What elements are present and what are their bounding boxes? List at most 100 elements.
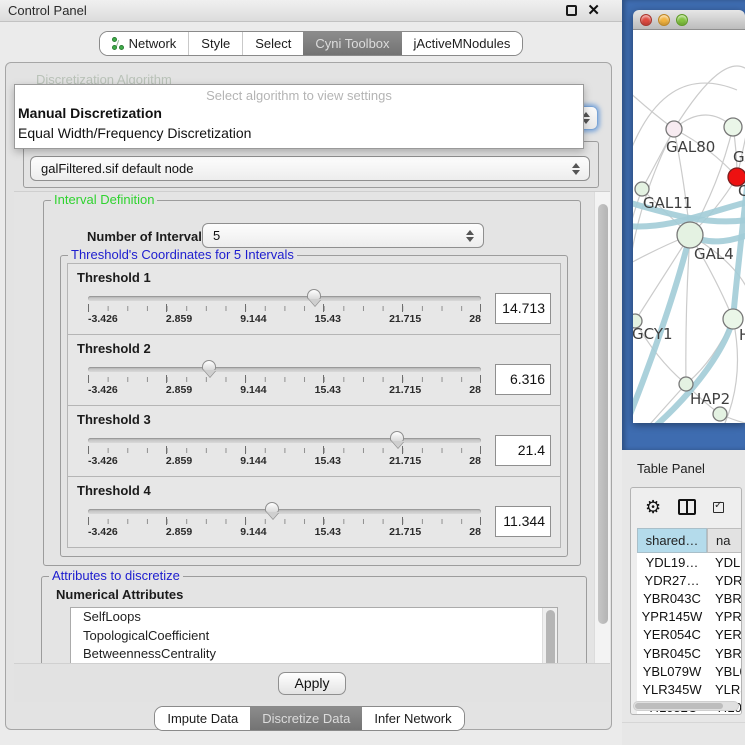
- network-canvas[interactable]: GAL80GACGAL11GAL4GCY1HHAP2: [633, 30, 745, 423]
- control-panel-title: Control Panel: [8, 3, 87, 18]
- close-icon[interactable]: ✕: [587, 1, 600, 19]
- algorithm-dropdown-popup: Select algorithm to view settings Manual…: [14, 84, 584, 149]
- network-window: GAL80GACGAL11GAL4GCY1HHAP2: [633, 10, 745, 423]
- tick-label: 15.43: [315, 384, 341, 396]
- table-row[interactable]: YDR27… YDR2: [637, 571, 742, 589]
- top-tab-bar: Network Style Select Cyni Toolbox jActiv…: [0, 31, 622, 56]
- columns-icon[interactable]: [678, 499, 696, 515]
- threshold-2-block: Threshold 2 -3.4262.8599.14415.4321.7152…: [67, 334, 561, 406]
- tab-jactivemnodules[interactable]: jActiveMNodules: [402, 32, 523, 55]
- table-data-combo[interactable]: galFiltered.sif default node: [30, 156, 590, 181]
- table-row[interactable]: YBR043C YBR0: [637, 589, 742, 607]
- network-window-titlebar[interactable]: [633, 10, 745, 30]
- tick-label: -3.426: [88, 384, 118, 396]
- threshold-2-slider[interactable]: -3.4262.8599.14415.4321.71528: [88, 361, 481, 397]
- minimize-traffic-light-icon[interactable]: [658, 14, 670, 26]
- thresholds-group-title: Threshold's Coordinates for 5 Intervals: [68, 248, 297, 262]
- threshold-1-block: Threshold 1 -3.4262.8599.14415.4321.7152…: [67, 263, 561, 335]
- threshold-4-slider[interactable]: -3.4262.8599.14415.4321.71528: [88, 503, 481, 539]
- tab-network[interactable]: Network: [100, 32, 189, 55]
- network-node[interactable]: [679, 377, 693, 391]
- attribute-list-item[interactable]: SelfLoops: [71, 608, 557, 627]
- checkbox-icon[interactable]: [713, 502, 724, 513]
- table-row[interactable]: YBR045C YBR0: [637, 644, 742, 662]
- table-row[interactable]: YLR345W YLR3: [637, 680, 742, 698]
- apply-strip: Apply: [14, 663, 610, 702]
- table-row[interactable]: YER054C YER0: [637, 626, 742, 644]
- attribute-list-item[interactable]: TopologicalCoefficient: [71, 627, 557, 646]
- number-of-intervals-label: Number of Intervals: [87, 229, 209, 244]
- cyni-toolbox-panel: Discretization Algorithm Select algorith…: [5, 62, 612, 730]
- numerical-attributes-list[interactable]: SelfLoopsTopologicalCoefficientBetweenne…: [70, 607, 558, 663]
- algorithm-popup-item[interactable]: Manual Discretization: [15, 103, 583, 123]
- panel-divider: [622, 722, 745, 723]
- number-of-intervals-combo[interactable]: 5: [202, 223, 484, 248]
- numerical-attributes-label: Numerical Attributes: [56, 587, 183, 602]
- interval-definition-title: Interval Definition: [51, 193, 157, 207]
- list-scrollbar[interactable]: [542, 608, 557, 663]
- tick-label: 2.859: [166, 526, 192, 538]
- tab-select[interactable]: Select: [242, 32, 303, 55]
- tick-label: -3.426: [88, 526, 118, 538]
- network-node-label: GAL11: [643, 194, 692, 212]
- tick-label: 15.43: [315, 526, 341, 538]
- network-node[interactable]: [666, 121, 682, 137]
- threshold-3-slider[interactable]: -3.4262.8599.14415.4321.71528: [88, 432, 481, 468]
- float-window-icon[interactable]: [566, 5, 577, 16]
- tab-infer-network[interactable]: Infer Network: [362, 707, 463, 730]
- main-scrollbar[interactable]: [594, 192, 610, 663]
- threshold-3-value-field[interactable]: 21.4: [495, 435, 551, 466]
- interval-definition-group: Interval Definition Number of Intervals …: [43, 200, 581, 566]
- tick-label: 2.859: [166, 313, 192, 325]
- tab-impute-data[interactable]: Impute Data: [155, 707, 250, 730]
- tick-label: 21.715: [389, 526, 421, 538]
- network-node[interactable]: [713, 407, 727, 421]
- attributes-group-title: Attributes to discretize: [49, 569, 183, 583]
- gear-icon[interactable]: ⚙: [645, 498, 661, 516]
- tab-discretize-data[interactable]: Discretize Data: [250, 707, 362, 730]
- algorithm-popup-hint: Select algorithm to view settings: [15, 85, 583, 103]
- attribute-list-item[interactable]: BetweennessCentrality: [71, 645, 557, 663]
- column-header-name[interactable]: na: [707, 528, 742, 553]
- tick-label: 9.144: [240, 526, 266, 538]
- settings-scroll-viewport: Interval Definition Number of Intervals …: [14, 191, 610, 663]
- network-node-label: GCY1: [633, 325, 673, 343]
- tick-label: 2.859: [166, 455, 192, 467]
- network-node-label: GAL4: [694, 245, 734, 263]
- table-row[interactable]: YDL19… YDL1: [637, 553, 742, 571]
- threshold-4-label: Threshold 4: [77, 483, 151, 498]
- tick-label: 28: [469, 384, 481, 396]
- table-panel: ⚙ shared… na YDL19… YDL1 YDR27… YDR2 YBR…: [630, 487, 742, 715]
- tick-label: 2.859: [166, 384, 192, 396]
- tab-cyni-toolbox[interactable]: Cyni Toolbox: [303, 32, 401, 55]
- table-horizontal-scrollbar[interactable]: [633, 701, 739, 711]
- threshold-3-label: Threshold 3: [77, 412, 151, 427]
- zoom-traffic-light-icon[interactable]: [676, 14, 688, 26]
- tab-style[interactable]: Style: [188, 32, 242, 55]
- network-node-label: HAP2: [690, 390, 730, 408]
- threshold-2-label: Threshold 2: [77, 341, 151, 356]
- thresholds-group: Threshold's Coordinates for 5 Intervals …: [60, 255, 568, 557]
- tick-label: -3.426: [88, 455, 118, 467]
- table-row[interactable]: YBL079W YBL0: [637, 662, 742, 680]
- column-header-shared-name[interactable]: shared…: [637, 528, 707, 553]
- threshold-1-slider[interactable]: -3.4262.8599.14415.4321.71528: [88, 290, 481, 326]
- table-panel-section: Table Panel ⚙ shared… na YDL19… YDL1 YDR…: [622, 450, 745, 745]
- tick-label: 15.43: [315, 313, 341, 325]
- network-node[interactable]: [724, 118, 742, 136]
- threshold-2-value-field[interactable]: 6.316: [495, 364, 551, 395]
- tick-label: 15.43: [315, 455, 341, 467]
- node-table: shared… na YDL19… YDL1 YDR27… YDR2 YBR04…: [637, 528, 742, 715]
- tick-label: 21.715: [389, 384, 421, 396]
- threshold-4-value-field[interactable]: 11.344: [495, 506, 551, 537]
- threshold-1-value-field[interactable]: 14.713: [495, 293, 551, 324]
- network-node-label: GA: [733, 148, 745, 166]
- algorithm-popup-item[interactable]: Equal Width/Frequency Discretization: [15, 123, 583, 143]
- checkbox-icon[interactable]: [741, 502, 742, 513]
- tick-label: 28: [469, 313, 481, 325]
- bottom-tab-bar: Impute Data Discretize Data Infer Networ…: [6, 706, 613, 731]
- tick-label: 9.144: [240, 313, 266, 325]
- apply-button[interactable]: Apply: [278, 672, 346, 695]
- close-traffic-light-icon[interactable]: [640, 14, 652, 26]
- table-row[interactable]: YPR145W YPR1: [637, 608, 742, 626]
